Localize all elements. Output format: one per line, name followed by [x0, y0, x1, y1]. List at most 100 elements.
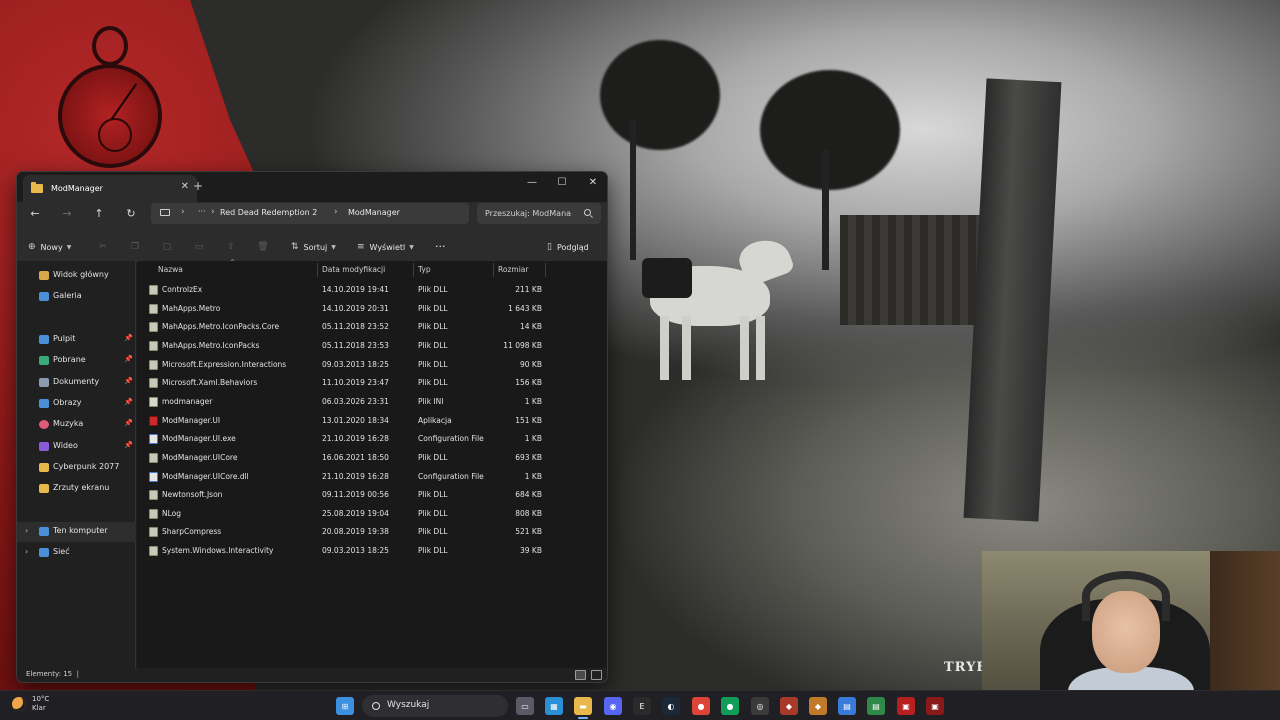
- sidebar-item-gallery[interactable]: Galeria: [17, 287, 136, 307]
- file-size: 1 643 KB: [508, 303, 542, 313]
- table-row[interactable]: MahApps.Metro 14.10.2019 20:31 Plik DLL 1 6…: [143, 300, 563, 318]
- folder-icon: [31, 182, 43, 193]
- column-divider[interactable]: [317, 263, 318, 277]
- table-row[interactable]: SharpCompress 20.08.2019 19:38 Plik DLL 521…: [143, 523, 563, 541]
- table-row[interactable]: modmanager 06.03.2026 23:31 Plik INI 1 KB: [143, 393, 563, 411]
- table-row[interactable]: Newtonsoft.Json 09.11.2019 00:56 Plik DLL 6…: [143, 486, 563, 504]
- status-bar: Elementy: 15 |: [17, 668, 607, 682]
- search-box[interactable]: [477, 203, 601, 224]
- photos-icon[interactable]: ▦: [545, 697, 563, 715]
- sidebar-item-video[interactable]: Wideo 📌: [17, 437, 136, 457]
- column-divider[interactable]: [545, 263, 546, 277]
- pin-icon[interactable]: 📌: [124, 334, 133, 342]
- view-button[interactable]: ≡ Wyświetl ▼: [357, 242, 414, 252]
- forward-button[interactable]: →: [57, 203, 77, 223]
- table-row[interactable]: Microsoft.Xaml.Behaviors 11.10.2019 23:47…: [143, 374, 563, 392]
- desktop-icon: [39, 335, 49, 344]
- file-explorer-icon[interactable]: ▬: [574, 697, 592, 715]
- table-row[interactable]: MahApps.Metro.IconPacks.Core 05.11.2018 2…: [143, 318, 563, 336]
- discord-icon[interactable]: ◉: [604, 697, 622, 715]
- search-input[interactable]: [485, 206, 579, 221]
- chevron-right-icon[interactable]: ›: [25, 547, 28, 556]
- new-button[interactable]: ⊕ Nowy ▼: [28, 242, 71, 252]
- refresh-button[interactable]: ↻: [121, 203, 141, 223]
- column-header-modified[interactable]: Data modyfikacji: [322, 265, 385, 274]
- pin-icon[interactable]: 📌: [124, 355, 133, 363]
- maximize-button[interactable]: ☐: [547, 172, 577, 192]
- preview-button[interactable]: ▯ Podgląd: [547, 242, 589, 252]
- epic-games-icon[interactable]: E: [633, 697, 651, 715]
- column-header-size[interactable]: Rozmiar: [498, 265, 528, 274]
- sidebar-item-home[interactable]: Widok główny: [17, 266, 136, 286]
- pin-icon[interactable]: 📌: [124, 419, 133, 427]
- steam-icon[interactable]: ◐: [662, 697, 680, 715]
- application-icon: [149, 415, 158, 426]
- task-view-icon[interactable]: ▭: [516, 697, 534, 715]
- back-button[interactable]: ←: [25, 203, 45, 223]
- table-row[interactable]: MahApps.Metro.IconPacks 05.11.2018 23:53 P…: [143, 337, 563, 355]
- table-row[interactable]: ModManager.UI 13.01.2020 18:34 Aplikacja 15…: [143, 412, 563, 430]
- obs-icon[interactable]: ◎: [751, 697, 769, 715]
- sidebar-item-screenshots[interactable]: Zrzuty ekranu: [17, 479, 136, 499]
- spreadsheet-icon[interactable]: ▤: [867, 697, 885, 715]
- table-row[interactable]: ModManager.UICore 16.06.2021 18:50 Plik DL…: [143, 449, 563, 467]
- table-row[interactable]: ControlzEx 14.10.2019 19:41 Plik DLL 211 KB: [143, 281, 563, 299]
- breadcrumb-rdr2[interactable]: Red Dead Redemption 2: [220, 208, 317, 217]
- details-view-button[interactable]: [575, 670, 586, 680]
- copy-icon[interactable]: ❐: [129, 242, 141, 254]
- game-launcher-icon[interactable]: ◆: [809, 697, 827, 715]
- breadcrumb-modmanager[interactable]: ModManager: [348, 208, 400, 217]
- column-divider[interactable]: [413, 263, 414, 277]
- pin-icon[interactable]: 📌: [124, 441, 133, 449]
- start-icon[interactable]: ⊞: [336, 697, 354, 715]
- chrome-icon[interactable]: ●: [692, 697, 710, 715]
- minimize-button[interactable]: —: [517, 172, 547, 192]
- close-tab-icon[interactable]: ✕: [181, 181, 189, 192]
- table-row[interactable]: ModManager.UI.exe 21.10.2019 16:28 Configu…: [143, 430, 563, 448]
- pin-icon[interactable]: 📌: [124, 398, 133, 406]
- address-bar[interactable]: › ··· › Red Dead Redemption 2 › ModManag…: [151, 203, 469, 224]
- tab-modmanager[interactable]: ModManager ✕: [23, 175, 197, 202]
- pin-icon[interactable]: 📌: [124, 377, 133, 385]
- sidebar-item-music[interactable]: Muzyka 📌: [17, 415, 136, 435]
- notepad-icon[interactable]: ▤: [838, 697, 856, 715]
- sort-button[interactable]: ⇅ Sortuj ▼: [291, 242, 336, 252]
- taskbar-search[interactable]: Wyszukaj: [362, 695, 508, 717]
- tiles-view-button[interactable]: [591, 670, 602, 680]
- rdr2-icon[interactable]: ▣: [926, 697, 944, 715]
- table-row[interactable]: ModManager.UICore.dll 21.10.2019 16:28 Con…: [143, 468, 563, 486]
- paste-icon[interactable]: ▢: [161, 242, 173, 254]
- table-row[interactable]: System.Windows.Interactivity 09.03.2013 1…: [143, 542, 563, 560]
- dll-file-icon: [149, 340, 158, 351]
- chevron-right-icon[interactable]: ›: [25, 526, 28, 535]
- sidebar-item-network[interactable]: › Sieć: [17, 543, 136, 563]
- sidebar-item-pictures[interactable]: Obrazy 📌: [17, 394, 136, 414]
- search-icon[interactable]: [584, 209, 591, 216]
- breadcrumb-more[interactable]: ···: [198, 207, 206, 216]
- cut-icon[interactable]: ✂: [97, 242, 109, 254]
- rename-icon[interactable]: ▭: [193, 242, 205, 254]
- weather-widget[interactable]: 10°C Klar: [12, 695, 49, 713]
- game-app-icon[interactable]: ◆: [780, 697, 798, 715]
- share-icon[interactable]: ⇪: [225, 242, 237, 254]
- more-options-button[interactable]: ···: [435, 240, 446, 253]
- column-header-type[interactable]: Typ: [418, 265, 431, 274]
- sort-icon: ⇅: [291, 242, 299, 252]
- sidebar-item-documents[interactable]: Dokumenty 📌: [17, 373, 136, 393]
- new-tab-button[interactable]: +: [193, 179, 203, 193]
- delete-icon[interactable]: 🗑: [257, 242, 269, 254]
- sidebar-item-downloads[interactable]: Pobrane 📌: [17, 351, 136, 371]
- sidebar-item-this-pc[interactable]: › Ten komputer: [17, 522, 136, 542]
- table-row[interactable]: Microsoft.Expression.Interactions 09.03.2…: [143, 356, 563, 374]
- table-row[interactable]: NLog 25.08.2019 19:04 Plik DLL 808 KB: [143, 505, 563, 523]
- chrome-profile-icon[interactable]: ●: [721, 697, 739, 715]
- sidebar-item-desktop[interactable]: Pulpit 📌: [17, 330, 136, 350]
- mod-app-icon[interactable]: ▣: [897, 697, 915, 715]
- tree-canopy: [600, 40, 720, 150]
- sidebar-item-cyberpunk[interactable]: Cyberpunk 2077: [17, 458, 136, 478]
- column-divider[interactable]: [493, 263, 494, 277]
- close-window-button[interactable]: ✕: [578, 172, 607, 192]
- gallery-icon: [39, 292, 49, 301]
- up-button[interactable]: ↑: [89, 203, 109, 223]
- column-header-name[interactable]: Nazwa: [158, 265, 183, 274]
